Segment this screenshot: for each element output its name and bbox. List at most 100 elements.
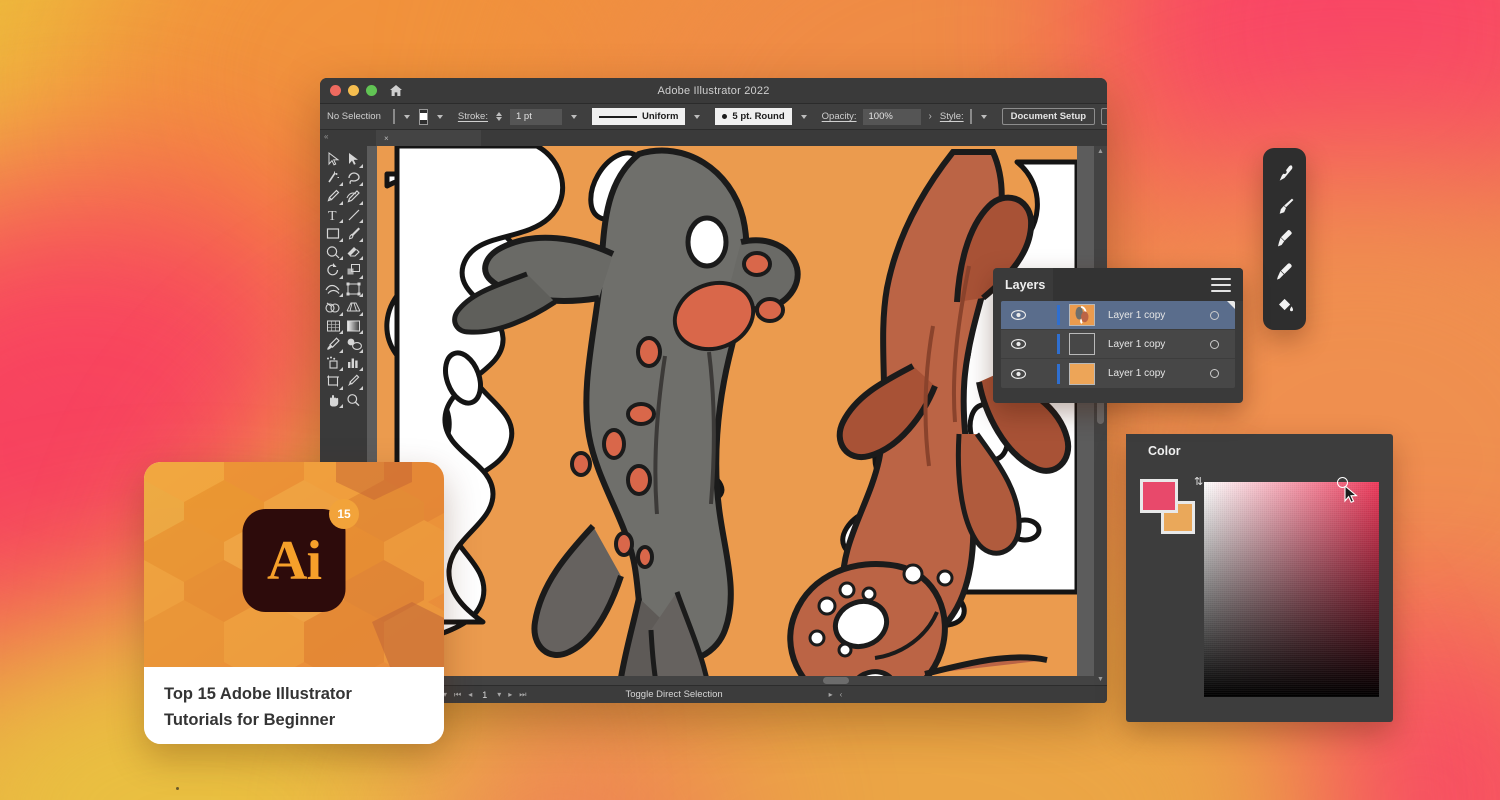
brush-definition-select[interactable]: 5 pt. Round — [715, 108, 792, 125]
shape-builder-tool[interactable] — [323, 298, 344, 317]
graphic-style-dropdown[interactable] — [978, 113, 990, 121]
paint-bucket-icon[interactable] — [1274, 294, 1296, 316]
graphic-style-swatch[interactable] — [969, 109, 972, 124]
status-back-icon[interactable]: ‹ — [840, 690, 843, 699]
window-title: Adobe Illustrator 2022 — [657, 84, 770, 97]
color-panel-tab[interactable]: Color — [1126, 434, 1204, 468]
stroke-weight-dropdown[interactable] — [568, 113, 580, 121]
width-tool[interactable] — [323, 280, 344, 299]
home-icon[interactable] — [389, 84, 403, 97]
panel-collapse-icon[interactable]: « — [324, 132, 328, 141]
hand-tool[interactable] — [323, 391, 344, 410]
line-segment-tool[interactable] — [344, 206, 365, 225]
prev-artboard-icon[interactable]: ◂ — [468, 690, 472, 699]
opacity-more-options[interactable]: › — [927, 111, 934, 122]
color-picker-field[interactable] — [1204, 477, 1379, 697]
preferences-button[interactable]: Preferences — [1101, 108, 1107, 125]
stroke-color-swatch[interactable] — [418, 108, 428, 125]
artboard-dropdown[interactable]: ▾ — [497, 690, 501, 699]
stroke-profile-select[interactable]: Uniform — [591, 108, 686, 125]
stroke-profile-label: Uniform — [641, 111, 679, 122]
hamburger-menu-icon[interactable] — [1211, 278, 1231, 296]
shaper-tool[interactable] — [323, 243, 344, 262]
rectangle-tool[interactable] — [323, 224, 344, 243]
color-panel[interactable]: Color ⇅ — [1126, 434, 1393, 722]
foreground-color-swatch[interactable] — [1140, 479, 1178, 513]
minimize-window-button[interactable] — [348, 85, 359, 96]
layer-thumbnail[interactable] — [1069, 333, 1095, 355]
artboard-tool[interactable] — [323, 372, 344, 391]
layer-target-circle[interactable] — [1193, 339, 1235, 349]
stroke-weight-stepper[interactable] — [494, 112, 504, 121]
layer-visibility-toggle[interactable] — [1001, 339, 1035, 349]
next-artboard-icon[interactable]: ▸ — [508, 690, 512, 699]
pen-nib-icon[interactable] — [1274, 162, 1296, 184]
slice-tool[interactable] — [344, 372, 365, 391]
lasso-tool[interactable] — [344, 169, 365, 188]
direct-selection-tool[interactable] — [344, 150, 365, 169]
scroll-up-icon[interactable]: ▲ — [1097, 146, 1104, 157]
svg-text:T: T — [328, 209, 337, 222]
stroke-weight-value[interactable]: 1 pt — [509, 108, 562, 125]
marker-pen-icon[interactable] — [1274, 228, 1296, 250]
layer-visibility-toggle[interactable] — [1001, 368, 1035, 379]
curvature-tool[interactable] — [344, 187, 365, 206]
eraser-tool[interactable] — [344, 243, 365, 262]
symbol-sprayer-tool[interactable] — [323, 354, 344, 373]
scale-tool[interactable] — [344, 261, 365, 280]
layer-name[interactable]: Layer 1 copy — [1108, 368, 1193, 379]
paintbrush-icon[interactable] — [1274, 195, 1296, 217]
swap-colors-icon[interactable]: ⇅ — [1194, 475, 1203, 488]
zoom-tool[interactable] — [344, 391, 365, 410]
document-tab[interactable]: × — [376, 130, 481, 146]
selection-tool[interactable] — [323, 150, 344, 169]
status-mode-label[interactable]: Toggle Direct Selection — [625, 689, 722, 700]
stroke-profile-dropdown[interactable] — [691, 113, 703, 121]
canvas-vertical-scrollbar[interactable]: ▲ ▼ — [1094, 146, 1107, 685]
tool-grid: T — [320, 150, 367, 409]
perspective-grid-tool[interactable] — [344, 298, 365, 317]
close-document-icon[interactable]: × — [384, 134, 389, 143]
table-row[interactable]: Layer 1 copy — [1001, 301, 1235, 330]
eyedropper-tool[interactable] — [323, 335, 344, 354]
table-row[interactable]: Layer 1 copy — [1001, 330, 1235, 359]
type-tool[interactable]: T — [323, 206, 344, 225]
blend-tool[interactable] — [344, 335, 365, 354]
free-transform-tool[interactable] — [344, 280, 365, 299]
close-window-button[interactable] — [330, 85, 341, 96]
fill-color-swatch[interactable] — [392, 109, 395, 124]
layer-name[interactable]: Layer 1 copy — [1108, 310, 1193, 321]
gradient-tool[interactable] — [344, 317, 365, 336]
scroll-down-icon[interactable]: ▼ — [1097, 674, 1104, 685]
layer-target-circle[interactable] — [1193, 310, 1235, 320]
layer-name[interactable]: Layer 1 copy — [1108, 339, 1193, 350]
tutorial-card[interactable]: Ai 15 Top 15 Adobe Illustrator Tutorials… — [144, 462, 444, 744]
layer-visibility-toggle[interactable] — [1001, 310, 1035, 320]
pen-tool[interactable] — [323, 187, 344, 206]
magic-wand-tool[interactable] — [323, 169, 344, 188]
layer-thumbnail[interactable] — [1069, 304, 1095, 326]
document-setup-button[interactable]: Document Setup — [1001, 108, 1096, 125]
paintbrush-tool[interactable] — [344, 224, 365, 243]
fill-swatch-dropdown[interactable] — [401, 113, 413, 121]
eyedropper-icon[interactable] — [1274, 261, 1296, 283]
canvas-horizontal-scrollbar[interactable] — [367, 676, 1094, 685]
mesh-tool[interactable] — [323, 317, 344, 336]
last-artboard-icon[interactable]: ⏭ — [519, 690, 526, 700]
artboard-number-field[interactable]: 1 — [479, 689, 491, 700]
rotate-tool[interactable] — [323, 261, 344, 280]
opacity-value[interactable]: 100% — [862, 108, 921, 125]
artboard[interactable] — [377, 146, 1077, 685]
canvas-area[interactable]: ▲ ▼ — [367, 146, 1107, 685]
zoom-window-button[interactable] — [366, 85, 377, 96]
layers-panel[interactable]: Layers Layer 1 copy Layer 1 copy Layer 1… — [993, 268, 1243, 403]
table-row[interactable]: Layer 1 copy — [1001, 359, 1235, 388]
layer-thumbnail[interactable] — [1069, 362, 1095, 385]
horizontal-scroll-thumb[interactable] — [823, 677, 849, 684]
status-play-icon[interactable]: ▸ — [829, 690, 833, 699]
layer-target-circle[interactable] — [1193, 369, 1235, 378]
stroke-swatch-dropdown[interactable] — [434, 113, 446, 121]
first-artboard-icon[interactable]: ⏮ — [454, 690, 461, 700]
column-graph-tool[interactable] — [344, 354, 365, 373]
brush-definition-dropdown[interactable] — [798, 113, 810, 121]
